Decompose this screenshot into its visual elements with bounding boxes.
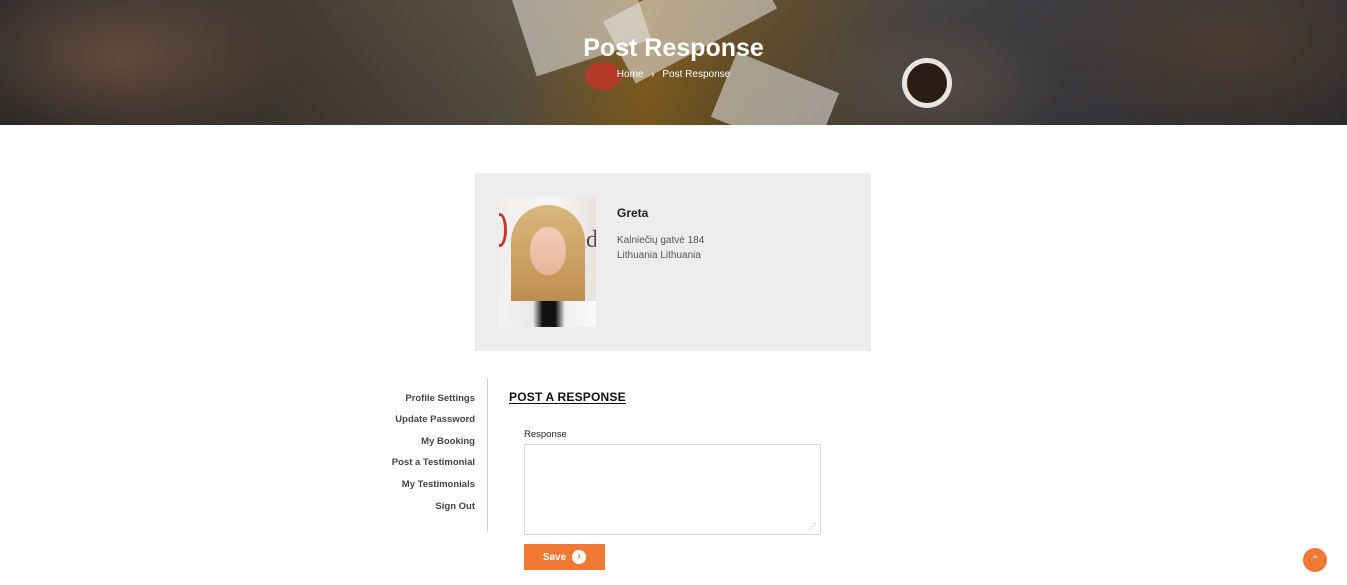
save-button-label: Save xyxy=(542,551,567,563)
profile-card: ad Greta Kalniečių gatvė 184 Lithuania L… xyxy=(475,173,871,351)
breadcrumb: Home › Post Response xyxy=(0,69,1347,80)
chevron-right-icon: › xyxy=(651,69,655,80)
form-title: POST A RESPONSE xyxy=(509,390,626,404)
avatar: ad xyxy=(499,197,596,327)
page-title: Post Response xyxy=(583,34,764,62)
profile-name: Greta xyxy=(617,206,649,220)
response-textarea[interactable] xyxy=(524,444,821,535)
profile-address-line1: Kalniečių gatvė 184 xyxy=(617,235,705,246)
account-sidebar: Profile Settings Update Password My Book… xyxy=(380,378,488,532)
sidebar-item-my-booking[interactable]: My Booking xyxy=(421,436,475,447)
breadcrumb-current: Post Response xyxy=(662,69,731,80)
sidebar-item-profile-settings[interactable]: Profile Settings xyxy=(405,393,475,404)
avatar-clothing xyxy=(499,301,596,327)
profile-address-line2: Lithuania Lithuania xyxy=(617,250,701,261)
profile-address: Kalniečių gatvė 184 Lithuania Lithuania xyxy=(617,233,704,263)
sidebar-item-sign-out[interactable]: Sign Out xyxy=(435,501,475,512)
avatar-background-detail xyxy=(499,213,507,247)
avatar-face xyxy=(530,227,566,275)
page-hero-banner: Post Response Home › Post Response xyxy=(0,0,1347,125)
sidebar-item-my-testimonials[interactable]: My Testimonials xyxy=(402,479,475,490)
sidebar-item-update-password[interactable]: Update Password xyxy=(395,414,475,425)
breadcrumb-home-link[interactable]: Home xyxy=(617,69,644,80)
scroll-to-top-button[interactable]: ⌃ xyxy=(1303,548,1327,572)
chevron-right-circle-icon: › xyxy=(572,550,587,564)
save-button[interactable]: Save › xyxy=(524,544,605,570)
sidebar-item-post-testimonial[interactable]: Post a Testimonial xyxy=(392,457,475,468)
resize-handle-icon[interactable]: ⋰ xyxy=(808,522,818,532)
hero-decoration xyxy=(902,58,952,108)
response-label: Response xyxy=(524,429,567,440)
chevron-up-icon: ⌃ xyxy=(1310,554,1320,566)
